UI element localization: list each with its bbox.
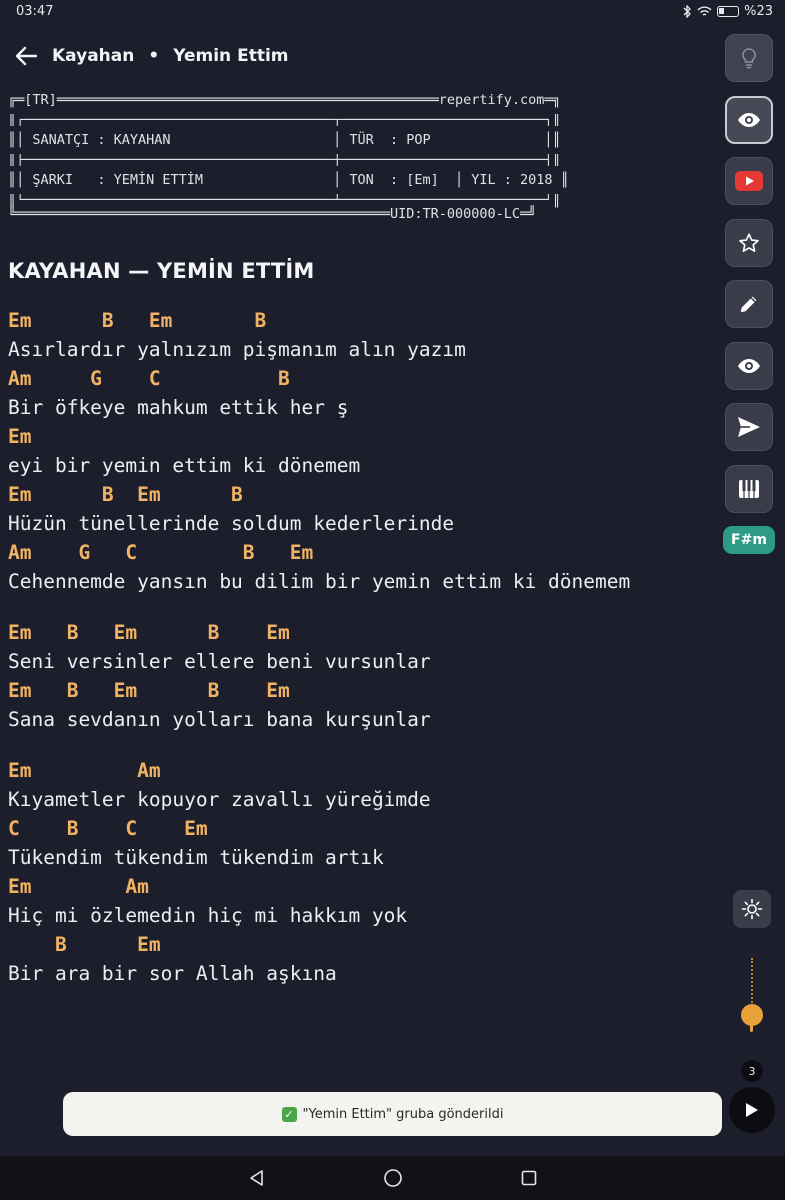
recents-square-icon[interactable] <box>520 1169 538 1187</box>
youtube-button[interactable] <box>725 157 773 205</box>
lyric-line: Bir öfkeye mahkum ettik her ş <box>8 396 349 419</box>
wifi-icon <box>697 6 712 16</box>
play-button[interactable] <box>729 1087 775 1133</box>
lyric-line: Sana sevdanın yolları bana kurşunlar <box>8 708 431 731</box>
edit-button[interactable] <box>725 280 773 328</box>
status-time: 03:47 <box>16 4 54 19</box>
toast-text: "Yemin Ettim" gruba gönderildi <box>302 1106 504 1122</box>
chord-line: Em Am <box>8 759 161 782</box>
pencil-icon <box>740 296 757 313</box>
lyric-line: Cehennemde yansın bu dilim bir yemin ett… <box>8 570 631 593</box>
youtube-icon <box>735 171 763 191</box>
lyric-line: Tükendim tükendim tükendim artık <box>8 846 384 869</box>
stanza-gap <box>8 734 630 756</box>
bluetooth-icon <box>683 5 692 18</box>
view-button[interactable] <box>725 95 773 144</box>
battery-icon <box>717 6 740 17</box>
info-line: ║│ SANATÇI : KAYAHAN │ TÜR : POP │║ <box>8 132 561 148</box>
title-separator: • <box>148 46 160 66</box>
song-heading: KAYAHAN — YEMİN ETTİM <box>8 259 315 283</box>
queue-count-badge: 3 <box>741 1060 763 1082</box>
home-circle-icon[interactable] <box>383 1168 403 1188</box>
song-info-box: ╔═[TR]══════════════════════════════════… <box>8 92 569 228</box>
visibility-button[interactable] <box>725 341 773 390</box>
send-icon <box>738 417 760 437</box>
page-title: Kayahan • Yemin Ettim <box>52 46 288 66</box>
chord-line: Em B Em B <box>8 309 267 332</box>
send-button[interactable] <box>725 403 773 451</box>
app-header: Kayahan • Yemin Ettim <box>0 36 700 76</box>
speed-slider-track[interactable] <box>751 958 753 1006</box>
chord-line: Em B Em B Em <box>8 621 290 644</box>
lyric-line: Bir ara bir sor Allah aşkına <box>8 962 337 985</box>
sun-icon <box>741 898 763 920</box>
status-icons: %23 <box>682 4 773 19</box>
speed-slider-handle[interactable] <box>741 1004 763 1026</box>
back-button[interactable] <box>0 36 52 76</box>
chord-line: Em <box>8 425 32 448</box>
favorite-button[interactable] <box>725 218 773 267</box>
battery-level: %23 <box>744 4 773 19</box>
lightbulb-icon <box>742 48 756 69</box>
arrow-left-icon <box>15 46 37 66</box>
lyric-line: eyi bir yemin ettim ki dönemem <box>8 454 361 477</box>
side-toolbar: F#m <box>723 34 775 554</box>
status-bar: 03:47 %23 <box>0 0 785 26</box>
piano-icon <box>739 479 759 498</box>
chord-sheet: Em B Em B Asırlardır yalnızım pişmanım al… <box>8 306 630 988</box>
system-nav-bar <box>0 1156 785 1200</box>
chord-line: Em Am <box>8 875 149 898</box>
toast-notification: ✓ "Yemin Ettim" gruba gönderildi <box>63 1092 722 1136</box>
info-line: ╔═[TR]══════════════════════════════════… <box>8 92 561 108</box>
play-icon <box>746 1103 758 1117</box>
chord-line: B Em <box>8 933 161 956</box>
key-badge[interactable]: F#m <box>723 526 775 554</box>
chord-line: Am G C B Em <box>8 541 314 564</box>
eye-icon <box>738 112 760 127</box>
lyric-line: Kıyametler kopuyor zavallı yüreğimde <box>8 788 431 811</box>
lyric-line: Seni versinler ellere beni vursunlar <box>8 650 431 673</box>
chord-line: C B C Em <box>8 817 208 840</box>
stanza-gap <box>8 596 630 618</box>
lyric-line: Hüzün tünellerinde soldum kederlerinde <box>8 512 455 535</box>
info-line: ║│ ŞARKI : YEMİN ETTİM │ TON : [Em] │ YI… <box>8 172 569 188</box>
brightness-button[interactable] <box>733 890 771 928</box>
eye-icon <box>738 358 760 373</box>
info-line: ║├──────────────────────────────────────… <box>8 154 561 166</box>
back-triangle-icon[interactable] <box>248 1169 266 1187</box>
chord-line: Em B Em B <box>8 483 243 506</box>
chord-line: Em B Em B Em <box>8 679 290 702</box>
info-line: ║┌──────────────────────────────────────… <box>8 114 561 126</box>
song-name: Yemin Ettim <box>173 46 289 66</box>
lyric-line: Hiç mi özlemedin hiç mi hakkım yok <box>8 904 408 927</box>
info-line: ╚═══════════════════════════════════════… <box>8 206 537 222</box>
star-icon <box>739 232 759 252</box>
check-icon: ✓ <box>281 1106 297 1122</box>
artist-name: Kayahan <box>52 46 135 66</box>
piano-button[interactable] <box>725 464 773 513</box>
chord-line: Am G C B <box>8 367 290 390</box>
lightbulb-button[interactable] <box>725 34 773 82</box>
lyric-line: Asırlardır yalnızım pişmanım alın yazım <box>8 338 466 361</box>
